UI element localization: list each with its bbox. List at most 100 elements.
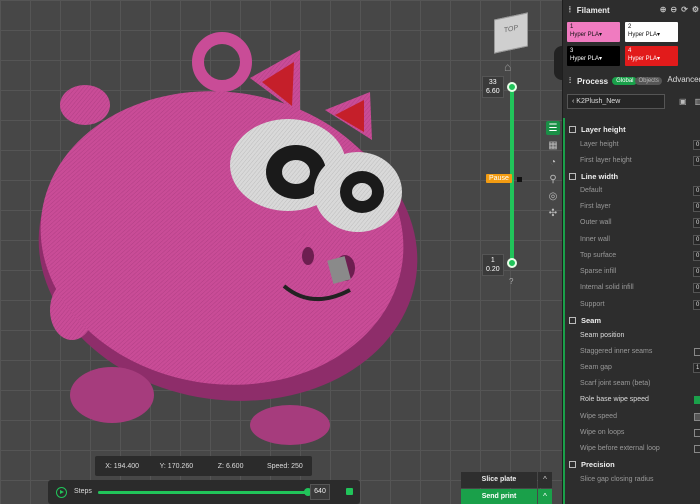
layer-bottom-label: 1 0.20 [482,254,504,276]
setting-seam-position: Seam position [580,332,625,339]
layer-bottom-number: 1 [490,257,495,264]
section-label: Line width [581,172,619,181]
section-line-width[interactable]: Line width [569,172,618,181]
filament-slot-4[interactable]: 4 Hyper PLA▾ [625,46,678,66]
setting-wipe-on-loops: Wipe on loops [580,429,625,436]
process-icon: ⫶ [569,76,571,85]
role-base-wipe-speed-checkbox[interactable] [694,396,700,404]
send-print-menu-button[interactable]: ^ [538,489,552,504]
layer-top-label: 33 6.60 [482,76,504,98]
coordinates-readout: X: 194.400 Y: 170.260 Z: 6.600 Speed: 25… [95,456,312,476]
wipe-on-loops-checkbox[interactable] [694,429,700,437]
objects-toggle[interactable]: Objects [635,77,662,85]
pause-marker[interactable] [517,177,522,182]
layers-icon[interactable]: ☰ [546,121,560,135]
section-precision[interactable]: Precision [569,460,615,469]
grid-icon[interactable]: ▦ [546,138,560,152]
help-icon[interactable]: ? [509,277,513,286]
top-surface-input[interactable]: 0 [693,251,700,261]
steps-value[interactable]: 640 [310,484,330,500]
setting-top-surface: Top surface [580,252,617,259]
save-preset-icon[interactable]: ▣ [679,97,687,106]
section-label: Layer height [581,125,626,134]
coord-x: X: 194.400 [105,462,140,470]
internal-solid-infill-input[interactable]: 0 [693,283,700,293]
app-window: TOP ⌂ 33 6.60 1 0.20 Pause ? ☰ ▦ ◔ ⚲ ◎ ✣… [0,0,700,504]
filament-slot-material[interactable]: Hyper PLA▾ [628,55,675,63]
steps-label: Steps [74,488,92,495]
first-layer-width-input[interactable]: 0 [693,202,700,212]
outer-wall-input[interactable]: 0 [693,218,700,228]
slice-plate-button[interactable]: Slice plate [461,472,537,488]
setting-wipe-before-external-loop: Wipe before external loop [580,445,660,452]
globe-icon[interactable]: ◎ [546,189,560,203]
sync-icon[interactable]: ⟳ [681,5,688,14]
3d-viewport[interactable]: TOP ⌂ 33 6.60 1 0.20 Pause ? ☰ ▦ ◔ ⚲ ◎ ✣… [0,0,570,504]
support-input[interactable]: 0 [693,300,700,310]
layer-height-input[interactable]: 0 [693,140,700,150]
steps-slider[interactable] [98,488,312,496]
setting-default: Default [580,187,603,194]
layer-top-height: 6.60 [486,88,500,95]
pause-badge[interactable]: Pause [486,174,512,183]
wipe-before-external-loop-checkbox[interactable] [694,445,700,453]
setting-inner-wall: Inner wall [580,236,610,243]
filament-slot-number: 2 [628,24,632,30]
advanced-toggle[interactable]: Advanced [667,75,700,84]
layer-slider-bottom-knob[interactable] [507,258,517,268]
setting-internal-solid-infill: Internal solid infill [580,284,634,291]
coord-speed: Speed: 250 [266,462,303,470]
move-icon[interactable]: ⚲ [546,172,560,186]
layer-slider-top-knob[interactable] [507,82,517,92]
steps-confirm-icon[interactable] [346,488,353,495]
first-layer-height-input[interactable]: 0 [693,156,700,166]
filament-slot-material[interactable]: Hyper PLA▾ [570,55,617,63]
pig-keychain-model[interactable] [0,0,562,504]
filament-slot-2[interactable]: 2 Hyper PLA▾ [625,22,678,42]
play-icon[interactable] [56,487,67,498]
home-icon[interactable]: ⌂ [504,60,511,74]
setting-scarf-joint-seam: Scarf joint seam (beta) [580,380,651,387]
filament-slot-material[interactable]: Hyper PLA▾ [628,31,675,39]
steps-fill [98,491,308,494]
delete-preset-icon[interactable]: ▥ [695,97,700,106]
global-toggle[interactable]: Global [612,77,638,85]
view-tool-strip: ☰ ▦ ◔ ⚲ ◎ ✣ [544,118,562,220]
section-icon [569,461,576,468]
coord-y: Y: 170.260 [159,462,194,470]
group-icon[interactable]: ✣ [546,206,560,220]
settings-panel: ⦙ Filament ⊕ ⊖ ⟳ ⚙ 1 Hyper PLA▾ 2 Hyper … [562,0,700,504]
filament-slot-1[interactable]: 1 Hyper PLA▾ [567,22,620,42]
setting-first-layer-height: First layer height [580,157,632,164]
section-icon [569,173,576,180]
section-label: Precision [581,460,615,469]
setting-slice-gap-closing-radius: Slice gap closing radius [580,476,654,483]
send-print-button[interactable]: Send print [461,489,537,504]
sparse-infill-input[interactable]: 0 [693,267,700,277]
filament-header: ⦙ Filament ⊕ ⊖ ⟳ ⚙ [563,2,700,18]
process-header: ⫶ Process Global Objects Advanced [563,74,700,88]
view-cube[interactable]: TOP [494,12,528,54]
setting-support: Support [580,301,605,308]
filament-slot-number: 1 [570,24,574,30]
section-seam[interactable]: Seam [569,316,601,325]
default-width-input[interactable]: 0 [693,186,700,196]
remove-filament-icon[interactable]: ⊖ [670,5,677,14]
filament-icon: ⦙ [569,5,571,14]
wipe-speed-input[interactable] [694,413,700,421]
filament-slot-3[interactable]: 3 Hyper PLA▾ [567,46,620,66]
speed-icon[interactable]: ◔ [546,155,560,169]
add-filament-icon[interactable]: ⊕ [660,5,667,14]
staggered-inner-seams-checkbox[interactable] [694,348,700,356]
setting-outer-wall: Outer wall [580,219,612,226]
slice-plate-menu-button[interactable]: ^ [538,472,552,488]
layer-top-number: 33 [488,79,497,86]
filament-slot-material[interactable]: Hyper PLA▾ [570,31,617,39]
filament-slot-number: 3 [570,48,574,54]
section-icon [569,317,576,324]
seam-gap-input[interactable]: 1 [693,363,700,373]
section-layer-height[interactable]: Layer height [569,125,626,134]
settings-gear-icon[interactable]: ⚙ [692,5,699,14]
inner-wall-input[interactable]: 0 [693,235,700,245]
process-preset-select[interactable]: ‹ K2Plush_New [567,94,665,109]
